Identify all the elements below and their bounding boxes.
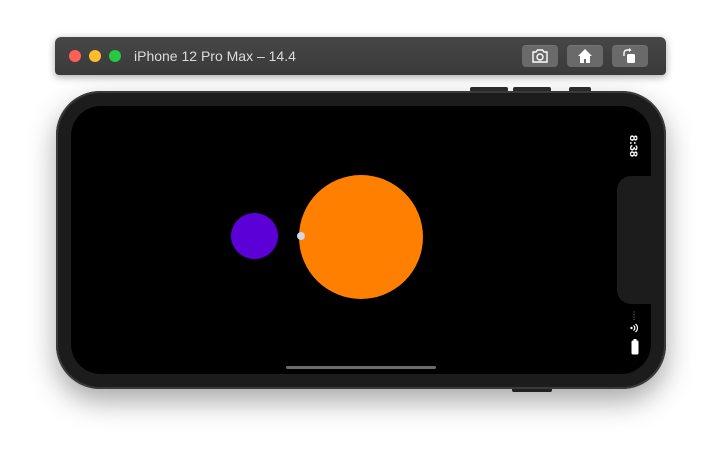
purple-circle[interactable] <box>231 213 278 259</box>
rotate-icon <box>623 48 635 63</box>
wifi-icon <box>630 323 638 333</box>
small-dot[interactable] <box>297 232 305 240</box>
zoom-window-button[interactable] <box>109 50 121 62</box>
device-screen[interactable]: 8:38 <box>71 106 651 374</box>
home-button[interactable] <box>567 45 603 67</box>
battery-icon <box>631 339 639 355</box>
simulator-title-bar[interactable]: iPhone 12 Pro Max – 14.4 <box>55 37 666 75</box>
window-title: iPhone 12 Pro Max – 14.4 <box>134 48 296 64</box>
close-window-button[interactable] <box>69 50 81 62</box>
home-icon <box>578 49 592 63</box>
device-notch <box>617 176 651 304</box>
iphone-device-frame: 8:38 <box>56 91 666 389</box>
simulator-stage: iPhone 12 Pro Max – 14.4 8:38 <box>0 0 722 469</box>
rotate-button[interactable] <box>612 45 648 67</box>
home-indicator[interactable] <box>286 366 436 369</box>
screenshot-button[interactable] <box>522 45 558 67</box>
screenshot-icon <box>532 49 548 63</box>
orange-circle[interactable] <box>299 175 423 299</box>
minimize-window-button[interactable] <box>89 50 101 62</box>
status-time: 8:38 <box>627 134 639 158</box>
signal-icon <box>633 311 635 321</box>
